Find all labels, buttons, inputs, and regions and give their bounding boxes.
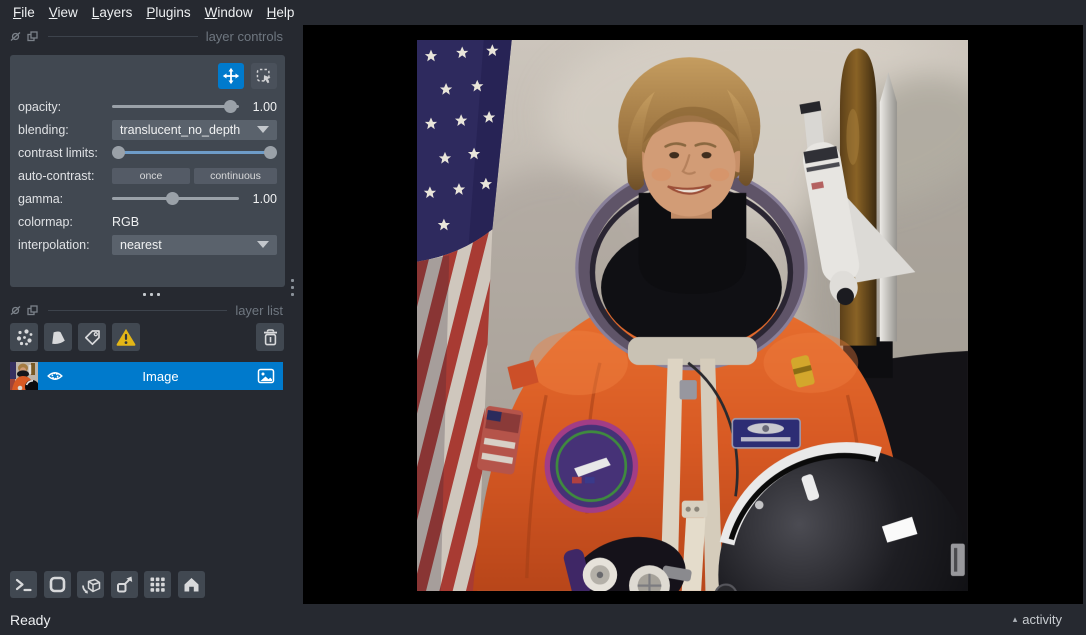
hide-dock-icon[interactable] [10,305,21,316]
status-message: Ready [10,611,51,628]
transform-mode-button[interactable] [251,63,277,89]
contrast-limits-label: contrast limits: [18,145,98,160]
new-labels-layer-button[interactable] [78,323,106,351]
panel-canvas-splitter-handle[interactable] [291,279,294,296]
chevron-down-icon [257,126,269,133]
warning-button[interactable] [112,323,140,351]
opacity-value: 1.00 [252,99,277,114]
layer-controls-panel: opacity: 1.00 blending: translucent_no_d… [10,55,285,287]
menu-window[interactable]: Window [198,2,260,23]
new-points-layer-button[interactable] [10,323,38,351]
layer-name: Image [142,368,179,384]
gamma-row: gamma: 1.00 [18,187,277,210]
menu-help[interactable]: Help [260,2,302,23]
console-icon [15,578,32,592]
hide-dock-icon[interactable] [10,31,21,42]
opacity-row: opacity: 1.00 [18,95,277,118]
transpose-icon [116,576,132,593]
blending-value: translucent_no_depth [120,122,241,137]
auto-contrast-row: auto-contrast: once continuous [18,164,277,187]
auto-contrast-continuous-button[interactable]: continuous [194,167,277,184]
menu-layers[interactable]: Layers [85,2,140,23]
float-dock-icon[interactable] [27,30,38,42]
menu-file[interactable]: File [6,2,42,23]
colormap-row: colormap: RGB [18,210,277,233]
roll-dimensions-button[interactable] [77,571,104,598]
pan-zoom-mode-button[interactable] [218,63,244,89]
blending-row: blending: translucent_no_depth [18,118,277,141]
dock-title-divider [48,35,198,37]
ndisplay-toggle-button[interactable] [43,571,71,598]
dock-panel: layer controls opacity: 1.00 blending: t… [0,25,303,604]
contrast-limits-slider[interactable] [112,146,277,159]
interpolation-row: interpolation: nearest [18,233,277,256]
delete-layer-button[interactable] [256,323,284,351]
status-bar: Ready ▴ activity [0,604,1086,635]
float-dock-icon[interactable] [27,304,38,316]
new-shapes-layer-button[interactable] [44,323,72,351]
points-icon [16,328,32,345]
layer-controls-titlebar: layer controls [0,25,303,47]
pan-arrows-icon [222,67,240,85]
dock-title-divider [48,309,228,311]
astronaut-image [417,40,968,591]
console-button[interactable] [10,571,37,598]
opacity-slider[interactable] [112,100,239,113]
visibility-eye-icon[interactable] [46,367,64,385]
menu-view[interactable]: View [42,2,85,23]
gamma-slider[interactable] [112,192,239,205]
contrast-limits-row: contrast limits: [18,141,277,164]
layer-item-body[interactable]: Image [38,362,283,390]
blending-label: blending: [18,122,69,137]
transform-icon [256,68,271,84]
opacity-label: opacity: [18,99,62,114]
home-icon [184,578,198,592]
home-reset-view-button[interactable] [177,571,205,598]
gamma-label: gamma: [18,191,64,206]
activity-label: activity [1022,612,1062,627]
interpolation-label: interpolation: [18,237,90,252]
menu-plugins[interactable]: Plugins [139,2,197,23]
colormap-value: RGB [112,214,140,229]
grid-view-button[interactable] [144,571,171,598]
layer-mode-buttons [18,63,277,89]
blending-dropdown[interactable]: translucent_no_depth [112,119,277,140]
layer-list-title: layer list [235,302,283,318]
layer-item-image[interactable]: Image [10,362,283,390]
roll-cube-icon [81,578,100,594]
gamma-value: 1.00 [252,191,277,206]
labels-tag-icon [84,329,100,345]
layer-list-titlebar: layer list [0,301,303,319]
colormap-label: colormap: [18,214,73,229]
warning-icon [116,328,136,346]
activity-expand-icon: ▴ [1012,614,1018,624]
interpolation-value: nearest [120,237,162,252]
interpolation-dropdown[interactable]: nearest [112,234,277,255]
image-layer-type-icon [257,368,275,384]
layer-buttons [10,323,284,351]
dock-splitter-handle[interactable] [0,287,303,301]
grid-icon [150,577,165,592]
auto-contrast-label: auto-contrast: [18,168,95,183]
auto-contrast-once-button[interactable]: once [112,167,190,184]
menu-bar: File View Layers Plugins Window Help [0,0,1086,25]
viewer-canvas[interactable] [303,25,1083,604]
trash-icon [263,328,277,345]
layer-thumbnail [10,362,38,390]
transpose-dimensions-button[interactable] [110,571,138,598]
chevron-down-icon [257,241,269,248]
shapes-icon [51,331,65,344]
viewer-buttons [10,571,205,598]
2d-square-icon [49,576,65,593]
napari-window: File View Layers Plugins Window Help lay… [0,0,1086,635]
activity-toggle[interactable]: ▴ activity [1013,612,1062,627]
layer-controls-title: layer controls [205,28,283,44]
